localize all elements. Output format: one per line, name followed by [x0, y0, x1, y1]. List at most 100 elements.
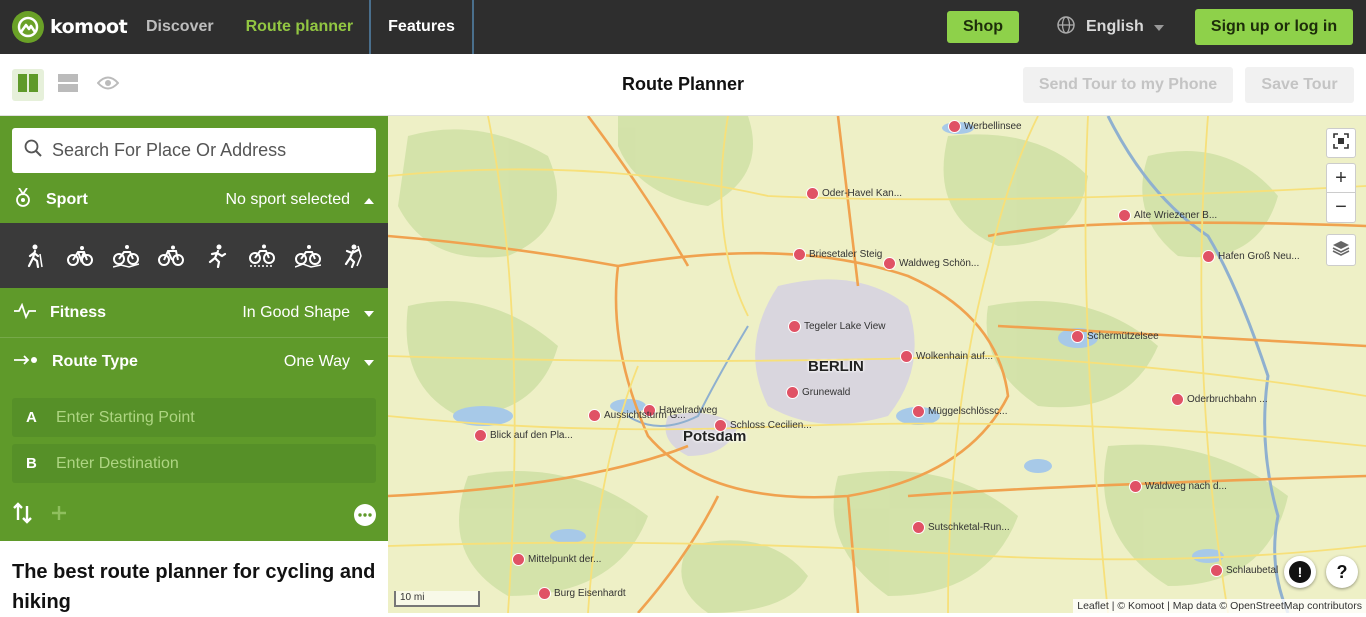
top-navbar: komoot Discover Route planner Features S…	[0, 0, 1366, 54]
layers-icon	[1332, 239, 1350, 262]
more-options-button[interactable]	[354, 504, 376, 526]
ellipsis-icon	[358, 513, 372, 517]
route-type-value: One Way	[283, 353, 350, 370]
route-type-label: Route Type	[52, 353, 138, 370]
hike-poi-icon	[1210, 564, 1223, 577]
focus-icon	[1333, 132, 1349, 155]
poi-marker[interactable]: Sutschketal-Run...	[912, 521, 1010, 534]
bike-poi-icon	[538, 587, 551, 600]
locate-button[interactable]	[1326, 128, 1356, 158]
chevron-down-icon	[364, 353, 374, 371]
road-cycling-icon[interactable]	[65, 241, 95, 271]
sport-label: Sport	[46, 191, 88, 208]
destination-field[interactable]: B	[12, 444, 376, 483]
bike-poi-icon	[1129, 480, 1142, 493]
e-mtb-icon[interactable]	[293, 241, 323, 271]
sport-selector[interactable]: Sport No sport selected	[0, 175, 388, 225]
poi-marker[interactable]: Oderbruchbahn ...	[1171, 393, 1268, 406]
swap-direction-icon[interactable]	[12, 501, 34, 529]
logo-text: komoot	[50, 16, 128, 38]
bike-poi-icon	[474, 429, 487, 442]
zoom-in-button[interactable]: +	[1326, 163, 1356, 193]
bike-poi-icon	[1118, 209, 1131, 222]
map-attribution: Leaflet | © Komoot | Map data © OpenStre…	[1073, 599, 1366, 613]
fitness-label: Fitness	[50, 304, 107, 321]
hike-poi-icon	[1202, 250, 1215, 263]
poi-marker[interactable]: Waldweg nach d...	[1129, 480, 1227, 493]
bike-poi-icon	[806, 187, 819, 200]
promo-heading: The best route planner for cycling and h…	[12, 561, 376, 613]
poi-marker[interactable]: Müggelschlössc...	[912, 405, 1007, 418]
report-button[interactable]: !	[1284, 556, 1316, 588]
bike-poi-icon	[912, 405, 925, 418]
bike-poi-icon	[883, 257, 896, 270]
poi-marker[interactable]: Wolkenhain auf...	[900, 350, 993, 363]
start-marker-label: A	[26, 409, 37, 426]
map-layers-button[interactable]	[1326, 234, 1356, 266]
chevron-up-icon	[364, 191, 374, 209]
poi-marker[interactable]: Tegeler Lake View	[788, 320, 886, 333]
running-icon[interactable]	[202, 241, 232, 271]
poi-marker[interactable]: Waldweg Schön...	[883, 257, 979, 270]
alert-icon: !	[1289, 561, 1311, 583]
poi-marker[interactable]: Grunewald	[786, 386, 850, 399]
map-view[interactable]: BERLIN Potsdam Werbellinsee Oder-Havel K…	[388, 116, 1366, 613]
send-tour-to-phone-button[interactable]: Send Tour to my Phone	[1023, 67, 1233, 103]
language-label: English	[1086, 18, 1144, 35]
route-type-selector[interactable]: Route Type One Way	[0, 337, 388, 387]
bike-poi-icon	[948, 120, 961, 133]
destination-marker-label: B	[26, 455, 37, 472]
poi-marker[interactable]: Burg Eisenhardt	[538, 587, 626, 600]
gravel-icon[interactable]	[247, 241, 277, 271]
search-input[interactable]	[52, 140, 352, 161]
shop-button[interactable]: Shop	[947, 11, 1019, 43]
mountain-biking-icon[interactable]	[111, 241, 141, 271]
signup-login-button[interactable]: Sign up or log in	[1195, 9, 1353, 45]
sport-value: No sport selected	[225, 191, 350, 208]
poi-marker[interactable]: Hafen Groß Neu...	[1202, 250, 1300, 263]
fitness-selector[interactable]: Fitness In Good Shape	[0, 288, 388, 338]
language-selector[interactable]: English	[1056, 11, 1164, 43]
search-box[interactable]	[12, 128, 376, 173]
mountaineering-icon[interactable]	[338, 241, 368, 271]
help-button[interactable]: ?	[1326, 556, 1358, 588]
poi-marker[interactable]: Schermützelsee	[1071, 330, 1159, 343]
poi-marker[interactable]: Schloss Cecilien...	[714, 419, 812, 432]
save-tour-button[interactable]: Save Tour	[1245, 67, 1354, 103]
bike-poi-icon	[512, 553, 525, 566]
starting-point-field[interactable]: A	[12, 398, 376, 437]
komoot-logo[interactable]: komoot	[0, 11, 130, 43]
route-planner-panel: Sport No sport selected	[0, 116, 388, 613]
bike-poi-icon	[788, 320, 801, 333]
nav-features[interactable]: Features	[369, 0, 474, 54]
medal-icon	[14, 187, 32, 213]
poi-marker[interactable]: Alte Wriezener B...	[1118, 209, 1217, 222]
poi-marker[interactable]: Blick auf den Pla...	[474, 429, 573, 442]
waypoint-tools	[12, 500, 376, 530]
destination-input[interactable]	[56, 454, 356, 473]
promo-section: The best route planner for cycling and h…	[0, 541, 388, 613]
bike-touring-icon[interactable]	[156, 241, 186, 271]
hike-poi-icon	[714, 419, 727, 432]
hike-poi-icon	[588, 409, 601, 422]
poi-marker[interactable]: Aussichtsturm G...	[588, 409, 686, 422]
globe-icon	[1056, 15, 1076, 40]
zoom-out-button[interactable]: −	[1326, 193, 1356, 223]
starting-point-input[interactable]	[56, 408, 356, 427]
poi-marker[interactable]: Werbellinsee	[948, 120, 1022, 133]
chevron-down-icon	[364, 304, 374, 322]
poi-marker[interactable]: Briesetaler Steig	[793, 248, 882, 261]
poi-marker[interactable]: Schlaubetal	[1210, 564, 1278, 577]
nav-route-planner[interactable]: Route planner	[230, 0, 370, 54]
nav-discover[interactable]: Discover	[130, 0, 230, 54]
fitness-value: In Good Shape	[242, 304, 350, 321]
planner-toolbar: Route Planner Send Tour to my Phone Save…	[0, 54, 1366, 116]
add-waypoint-icon[interactable]	[52, 505, 66, 525]
poi-marker[interactable]: Mittelpunkt der...	[512, 553, 601, 566]
map-scale: 10 mi	[394, 591, 480, 607]
city-label-berlin: BERLIN	[808, 358, 864, 375]
komoot-logo-icon	[12, 11, 44, 43]
hiking-icon[interactable]	[20, 241, 50, 271]
poi-marker[interactable]: Oder-Havel Kan...	[806, 187, 902, 200]
one-way-arrow-icon	[14, 353, 38, 371]
